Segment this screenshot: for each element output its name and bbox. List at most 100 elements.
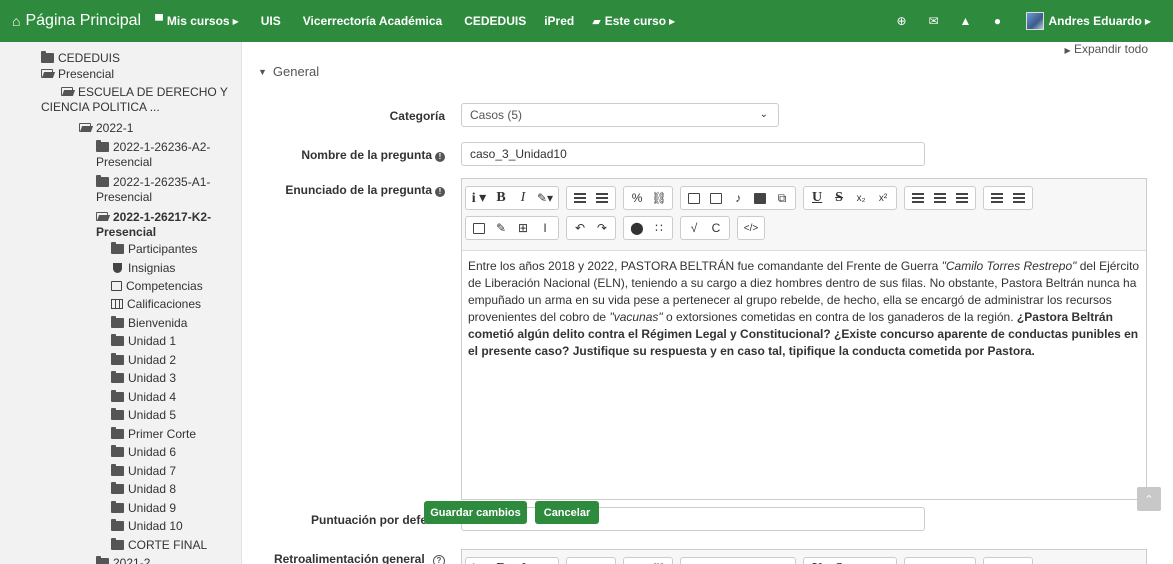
section-general-toggle[interactable]: ▼ General xyxy=(258,64,319,79)
sidebar-item-insignias[interactable]: Insignias xyxy=(111,261,175,276)
default-mark-input[interactable] xyxy=(461,507,925,531)
bullet-list-icon[interactable] xyxy=(569,187,591,209)
underline-button[interactable]: U xyxy=(806,558,828,564)
superscript-button[interactable]: x² xyxy=(872,187,894,209)
plus-circle-icon[interactable]: ⊕ xyxy=(894,14,908,28)
info-paragraph-button[interactable]: i ▾ xyxy=(468,558,490,564)
sidebar-item-unidad-8[interactable]: Unidad 8 xyxy=(111,482,176,497)
sidebar-item-unidad-9[interactable]: Unidad 9 xyxy=(111,501,176,516)
screenreader-icon[interactable]: ∷ xyxy=(648,217,670,239)
sidebar-item-unidad-6[interactable]: Unidad 6 xyxy=(111,445,176,460)
sidebar-item-unidad-10[interactable]: Unidad 10 xyxy=(111,519,183,534)
sidebar-item-corte-final[interactable]: CORTE FINAL xyxy=(111,538,207,553)
sidebar-item-escuela-derecho[interactable]: ESCUELA DE DERECHO Y xyxy=(41,85,236,100)
media-file-icon[interactable] xyxy=(705,558,727,564)
sidebar-item-unidad-1[interactable]: Unidad 1 xyxy=(111,334,176,349)
my-courses-menu[interactable]: ▀ Mis cursos ▶ xyxy=(155,14,239,28)
media-file-icon[interactable] xyxy=(705,187,727,209)
strikethrough-button[interactable]: S xyxy=(828,558,850,564)
sidebar-item-competencias[interactable]: Competencias xyxy=(111,279,203,294)
expand-all-link[interactable]: ▶ Expandir todo xyxy=(1064,42,1148,56)
link-icon[interactable]: % xyxy=(626,558,648,564)
user-menu[interactable]: Andres Eduardo xyxy=(1048,14,1141,28)
sidebar-item-participantes[interactable]: Participantes xyxy=(111,242,197,257)
question-name-input[interactable]: caso_3_Unidad10 xyxy=(461,142,925,166)
cancel-button[interactable]: Cancelar xyxy=(535,501,599,524)
align-center-icon[interactable] xyxy=(929,187,951,209)
copy-icon[interactable]: ⧉ xyxy=(771,558,793,564)
chat-icon[interactable]: ● xyxy=(990,14,1004,28)
indent-icon[interactable] xyxy=(986,187,1008,209)
sidebar-item-unidad-4[interactable]: Unidad 4 xyxy=(111,390,176,405)
subscript-button[interactable]: x₂ xyxy=(850,187,872,209)
undo-icon[interactable]: ↶ xyxy=(569,217,591,239)
sidebar-item-course-26235[interactable]: 2022-1-26235-A1- xyxy=(96,175,210,190)
sidebar-item-calificaciones[interactable]: Calificaciones xyxy=(111,297,201,312)
superscript-button[interactable]: x² xyxy=(872,558,894,564)
sidebar-item-presencial[interactable]: Presencial xyxy=(41,67,114,82)
general-feedback-editor-toolbar[interactable]: i ▾ B I ✎▾ % ⛓ ♪ ⧉ U S xyxy=(461,549,1147,564)
link-icon[interactable]: % xyxy=(626,187,648,209)
align-center-icon[interactable] xyxy=(929,558,951,564)
video-camera-icon[interactable] xyxy=(749,558,771,564)
brush-icon[interactable]: ✎▾ xyxy=(534,558,556,564)
sidebar-item-unidad-3[interactable]: Unidad 3 xyxy=(111,371,176,386)
strikethrough-button[interactable]: S xyxy=(828,187,850,209)
outdent-icon[interactable] xyxy=(1008,558,1030,564)
editor-content[interactable]: Entre los años 2018 y 2022, PASTORA BELT… xyxy=(462,251,1146,367)
chemistry-icon[interactable]: C xyxy=(705,217,727,239)
math-icon[interactable]: √ xyxy=(683,217,705,239)
image-icon[interactable] xyxy=(683,558,705,564)
video-camera-icon[interactable] xyxy=(749,187,771,209)
this-course-menu[interactable]: ▰ Este curso ▶ xyxy=(592,14,675,28)
outdent-icon[interactable] xyxy=(1008,187,1030,209)
bell-icon[interactable]: ▲ xyxy=(958,14,972,28)
sidebar-item-2021-2[interactable]: 2021-2 xyxy=(96,556,150,564)
sidebar-item-unidad-5[interactable]: Unidad 5 xyxy=(111,408,176,423)
microphone-icon[interactable]: ♪ xyxy=(727,558,749,564)
save-button[interactable]: Guardar cambios xyxy=(424,501,527,524)
align-right-icon[interactable] xyxy=(951,558,973,564)
bullet-list-icon[interactable] xyxy=(569,558,591,564)
sidebar-item-course-26217[interactable]: 2022-1-26217-K2- xyxy=(96,210,211,225)
underline-button[interactable]: U xyxy=(806,187,828,209)
copy-icon[interactable]: ⧉ xyxy=(771,187,793,209)
unlink-icon[interactable]: ⛓ xyxy=(648,187,670,209)
align-left-icon[interactable] xyxy=(907,187,929,209)
align-right-icon[interactable] xyxy=(951,187,973,209)
home-link[interactable]: ⌂ Página Principal xyxy=(12,12,141,30)
sidebar-item-2022-1[interactable]: 2022-1 xyxy=(79,121,133,136)
sidebar-item-cededuis[interactable]: CEDEDUIS xyxy=(41,51,120,66)
bold-button[interactable]: B xyxy=(490,187,512,209)
edit-icon[interactable]: ✎ xyxy=(490,217,512,239)
accessibility-icon[interactable]: ⬤ xyxy=(626,217,648,239)
scroll-to-top-button[interactable]: ⌃ xyxy=(1137,487,1161,511)
sidebar-item-unidad-2[interactable]: Unidad 2 xyxy=(111,353,176,368)
nav-link-ipred[interactable]: iPred xyxy=(544,14,574,28)
unlink-icon[interactable]: ⛓ xyxy=(648,558,670,564)
calculator-icon[interactable] xyxy=(468,217,490,239)
avatar[interactable] xyxy=(1026,12,1045,30)
info-paragraph-button[interactable]: i ▾ xyxy=(468,187,490,209)
sidebar-item-primer-corte[interactable]: Primer Corte xyxy=(111,427,196,442)
table-icon[interactable]: ⊞ xyxy=(512,217,534,239)
brush-icon[interactable]: ✎▾ xyxy=(534,187,556,209)
question-circle-icon[interactable]: ? xyxy=(433,555,445,564)
html-code-icon[interactable]: </> xyxy=(740,217,762,239)
indent-icon[interactable] xyxy=(986,558,1008,564)
numbered-list-icon[interactable] xyxy=(591,558,613,564)
align-left-icon[interactable] xyxy=(907,558,929,564)
redo-icon[interactable]: ↷ xyxy=(591,217,613,239)
category-select[interactable]: Casos (5) ⌄ xyxy=(461,103,779,127)
nav-link-vicerrectoria[interactable]: Vicerrectoría Académica xyxy=(303,14,442,28)
help-icon[interactable]: ! xyxy=(435,152,445,162)
italic-button[interactable]: I xyxy=(512,187,534,209)
sidebar-item-unidad-7[interactable]: Unidad 7 xyxy=(111,464,176,479)
italic-button[interactable]: I xyxy=(512,558,534,564)
nav-link-cededuis[interactable]: CEDEDUIS xyxy=(464,14,526,28)
help-icon[interactable]: ! xyxy=(435,187,445,197)
subscript-button[interactable]: x₂ xyxy=(850,558,872,564)
microphone-icon[interactable]: ♪ xyxy=(727,187,749,209)
image-icon[interactable] xyxy=(683,187,705,209)
sidebar-item-course-26236[interactable]: 2022-1-26236-A2- xyxy=(96,140,210,155)
